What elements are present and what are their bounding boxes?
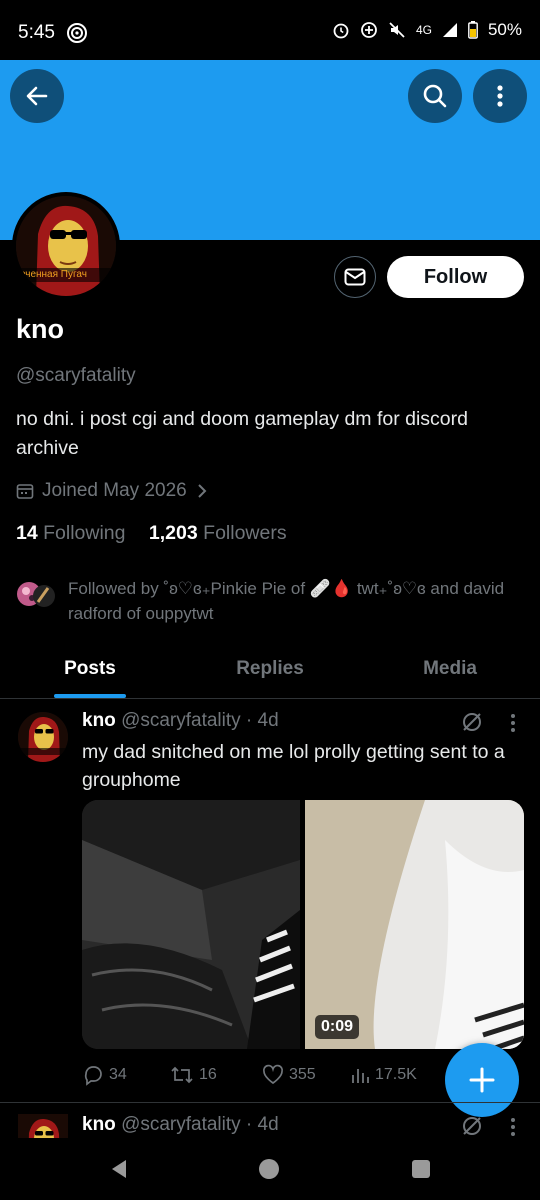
views-button[interactable]: 17.5K [350, 1064, 417, 1086]
search-icon [423, 84, 447, 108]
alarm-icon [333, 23, 349, 39]
profile-handle: @scaryfatality [16, 365, 136, 386]
reply-button[interactable]: 34 [82, 1064, 170, 1086]
post-author[interactable]: kno [82, 710, 116, 731]
mute-icon [389, 22, 405, 38]
followers-link[interactable]: 1,203 Followers [149, 522, 287, 544]
status-bar: 5:45 4G 50% [0, 0, 540, 60]
next-post-author[interactable]: kno [82, 1114, 116, 1135]
more-options-button[interactable] [473, 69, 527, 123]
post-avatar[interactable] [18, 712, 68, 762]
tab-replies[interactable]: Replies [180, 642, 360, 698]
data-saver-icon [361, 22, 377, 38]
profile-avatar[interactable]: еченная Пугач [12, 192, 120, 300]
search-button[interactable] [408, 69, 462, 123]
video-thumbnail [305, 800, 524, 1049]
tab-media[interactable]: Media [360, 642, 540, 698]
next-post-avatar-image [18, 1114, 68, 1138]
profile-tabs: Posts Replies Media [0, 642, 540, 699]
plus-icon [469, 1067, 495, 1093]
followed-by-text: Followed by ˚ʚ♡ɞ₊Pinkie Pie of 🩹🩸 twt₊˚ʚ… [68, 579, 505, 623]
post-more-icon[interactable] [506, 712, 520, 734]
next-post-header: kno @scaryfatality · 4d [82, 1114, 279, 1136]
post-divider [0, 1102, 540, 1103]
post-header: kno @scaryfatality · 4d [82, 710, 279, 732]
post-avatar-image [18, 712, 68, 762]
post-text: my dad snitched on me lol prolly getting… [82, 741, 505, 791]
following-label: Following [43, 522, 126, 544]
battery-percent: 50% [487, 20, 522, 39]
hotspot-icon [67, 23, 87, 43]
avatar-caption: еченная Пугач [20, 269, 87, 280]
reply-count: 34 [109, 1066, 127, 1083]
profile-name: kno [16, 314, 65, 344]
next-post-handle-time: @scaryfatality · 4d [121, 1114, 279, 1135]
joined-text: Joined May 2026 [42, 480, 187, 501]
status-icons: 4G 50% [332, 20, 522, 40]
followed-by[interactable]: Followed by ˚ʚ♡ɞ₊Pinkie Pie of 🩹🩸 twt₊˚ʚ… [16, 576, 518, 626]
mail-icon [344, 268, 366, 286]
signal-icon [442, 23, 457, 37]
back-button[interactable] [10, 69, 64, 123]
post-actions: 34 16 355 17.5K [82, 1064, 417, 1086]
follower-avatars [17, 582, 55, 607]
joined-date: Joined May 2026 [16, 480, 209, 502]
tab-posts[interactable]: Posts [0, 642, 180, 698]
followers-count: 1,203 [148, 522, 198, 544]
views-count: 17.5K [375, 1066, 417, 1083]
views-icon [352, 1069, 369, 1083]
network-type: 4G [415, 23, 432, 37]
back-arrow-icon [26, 86, 48, 106]
like-count: 355 [289, 1066, 316, 1083]
more-vertical-icon [497, 85, 503, 107]
media-video[interactable]: 0:09 [305, 800, 524, 1049]
media-image-1[interactable] [82, 800, 300, 1049]
status-time: 5:45 [18, 22, 55, 43]
following-count: 14 [16, 522, 38, 544]
like-button[interactable]: 355 [262, 1064, 350, 1086]
repost-count: 16 [199, 1066, 217, 1083]
repost-button[interactable]: 16 [170, 1064, 262, 1086]
follow-stats: 14 Following 1,203 Followers [16, 522, 287, 545]
next-post-grok-icon[interactable] [460, 1114, 484, 1138]
follow-button[interactable]: Follow [387, 256, 524, 298]
reply-icon [84, 1066, 102, 1086]
nav-home-icon[interactable] [258, 1158, 280, 1180]
next-post-more-icon[interactable] [506, 1116, 520, 1136]
profile-bio: no dni. i post cgi and doom gameplay dm … [16, 408, 468, 459]
video-duration: 0:09 [315, 1015, 360, 1039]
grok-icon[interactable] [460, 710, 484, 734]
next-post-avatar[interactable] [18, 1114, 68, 1138]
chevron-right-icon[interactable] [195, 483, 209, 499]
avatar-image [16, 196, 116, 296]
message-button[interactable] [334, 256, 376, 298]
followers-label: Followers [203, 522, 287, 544]
battery-icon [468, 21, 478, 39]
compose-button[interactable] [445, 1043, 519, 1117]
repost-icon [171, 1066, 193, 1084]
nav-recents-icon[interactable] [410, 1158, 432, 1180]
following-link[interactable]: 14 Following [16, 522, 126, 544]
nav-back-icon[interactable] [108, 1158, 130, 1180]
calendar-icon [16, 484, 34, 499]
post-media[interactable]: 0:09 [82, 800, 524, 1049]
post-handle-time: @scaryfatality · 4d [121, 710, 279, 731]
heart-icon [262, 1064, 284, 1085]
system-nav-bar [0, 1138, 540, 1200]
